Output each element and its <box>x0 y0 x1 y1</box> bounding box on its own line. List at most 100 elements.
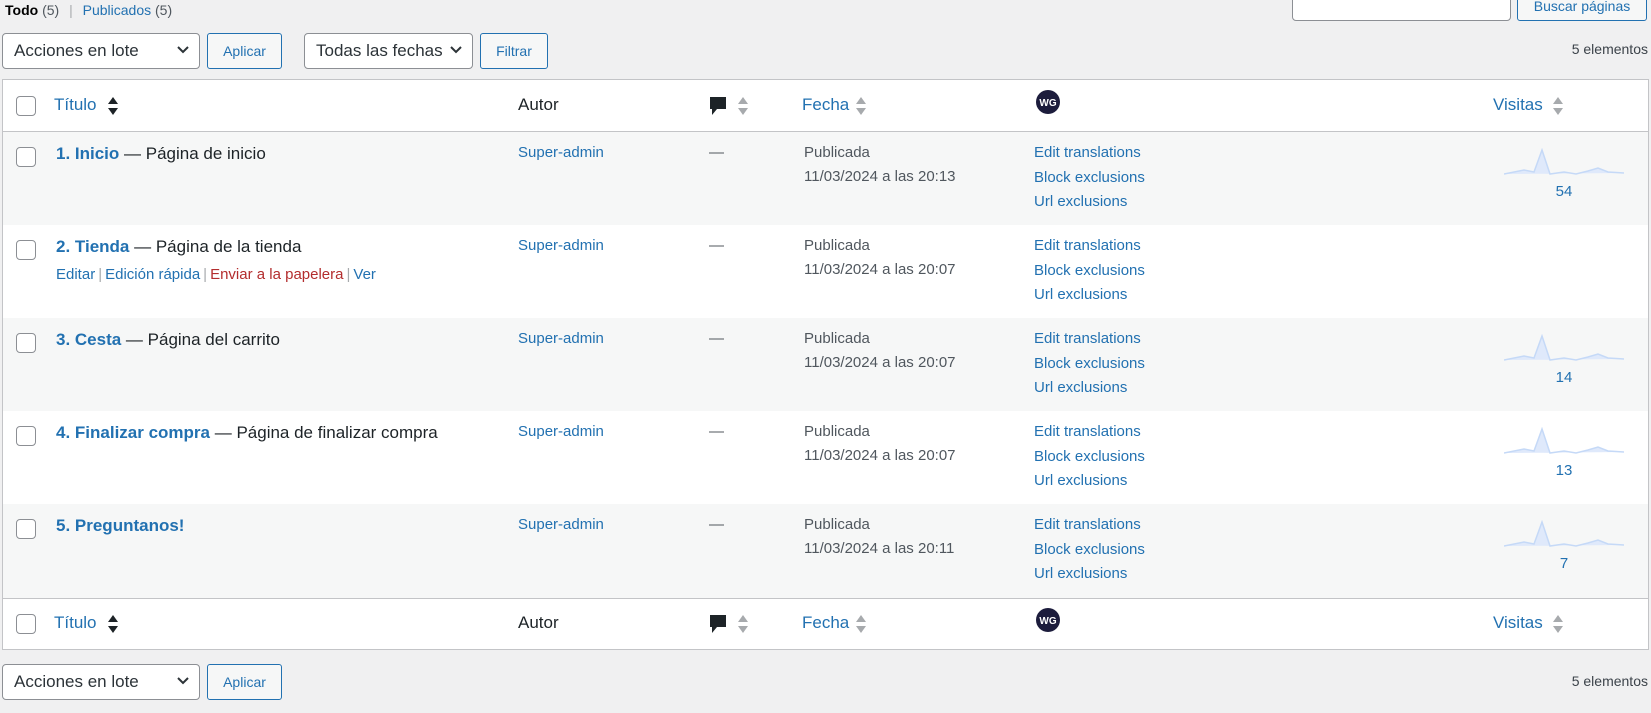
status-filter-links: Todo (5) | Publicados (5) <box>5 2 172 18</box>
visits-count[interactable]: 14 <box>1503 369 1625 386</box>
visits-sparkline <box>1503 519 1625 547</box>
edit-translations-link[interactable]: Edit translations <box>1034 513 1145 538</box>
column-title-sort[interactable]: Título <box>54 613 97 633</box>
date-cell: Publicada 11/03/2024 a las 20:07 <box>804 420 956 468</box>
weglot-logo-icon: WG <box>1036 608 1060 632</box>
edit-translations-link[interactable]: Edit translations <box>1034 234 1145 259</box>
table-row: 4. Finalizar compra — Página de finaliza… <box>3 411 1648 504</box>
items-count-bottom: 5 elementos <box>1571 673 1648 689</box>
quick-edit-link[interactable]: Edición rápida <box>105 266 200 283</box>
table-header-row: Título Autor Fecha WG Visitas <box>3 80 1648 132</box>
sort-icon <box>738 615 748 633</box>
url-exclusions-link[interactable]: Url exclusions <box>1034 190 1145 215</box>
weglot-links: Edit translations Block exclusions Url e… <box>1034 420 1145 494</box>
bulk-actions-select-bottom[interactable]: Acciones en lote <box>2 664 200 700</box>
page-title-link[interactable]: 4. Finalizar compra <box>56 423 210 442</box>
search-pages-button[interactable]: Buscar páginas <box>1517 0 1647 21</box>
column-title-sort[interactable]: Título <box>54 95 97 115</box>
weglot-logo-text: WG <box>1039 98 1056 109</box>
url-exclusions-link[interactable]: Url exclusions <box>1034 376 1145 401</box>
author-link[interactable]: Super-admin <box>518 516 604 533</box>
row-checkbox[interactable] <box>16 333 36 353</box>
row-action-separator: | <box>346 266 351 283</box>
column-visits-sort[interactable]: Visitas <box>1493 95 1543 115</box>
edit-translations-link[interactable]: Edit translations <box>1034 420 1145 445</box>
visits-count[interactable]: 7 <box>1503 555 1625 572</box>
chevron-down-icon <box>450 46 462 54</box>
row-checkbox[interactable] <box>16 240 36 260</box>
page-title-cell: 1. Inicio — Página de inicio <box>56 144 266 164</box>
author-link[interactable]: Super-admin <box>518 423 604 440</box>
filter-separator: | <box>69 2 73 18</box>
edit-translations-link[interactable]: Edit translations <box>1034 327 1145 352</box>
view-link[interactable]: Ver <box>353 266 376 283</box>
url-exclusions-link[interactable]: Url exclusions <box>1034 469 1145 494</box>
row-action-separator: | <box>98 266 103 283</box>
page-title-link[interactable]: 3. Cesta <box>56 330 121 349</box>
filter-button[interactable]: Filtrar <box>480 33 548 69</box>
author-link[interactable]: Super-admin <box>518 330 604 347</box>
block-exclusions-link[interactable]: Block exclusions <box>1034 352 1145 377</box>
publish-status: Publicada <box>804 516 870 533</box>
visits-count[interactable]: 13 <box>1503 462 1625 479</box>
edit-translations-link[interactable]: Edit translations <box>1034 141 1145 166</box>
block-exclusions-link[interactable]: Block exclusions <box>1034 445 1145 470</box>
sort-asc-icon <box>108 615 118 633</box>
visits-cell: 7 <box>1503 519 1625 572</box>
bulk-actions-select[interactable]: Acciones en lote <box>2 33 200 69</box>
filter-all-link[interactable]: Todo <box>5 2 38 18</box>
page-state: — Página de finalizar compra <box>210 423 438 442</box>
page-title-link[interactable]: 2. Tienda <box>56 237 129 256</box>
publish-date: 11/03/2024 a las 20:13 <box>804 168 956 185</box>
comments-count: — <box>709 423 724 440</box>
page-title-cell: 3. Cesta — Página del carrito <box>56 330 280 350</box>
column-date-sort[interactable]: Fecha <box>802 613 849 633</box>
search-input[interactable] <box>1292 0 1511 21</box>
table-footer-row: Título Autor Fecha WG Visitas <box>3 598 1648 649</box>
sort-icon <box>856 615 866 633</box>
filter-published-count: (5) <box>155 2 173 18</box>
table-row: 1. Inicio — Página de inicio Super-admin… <box>3 132 1648 225</box>
url-exclusions-link[interactable]: Url exclusions <box>1034 283 1145 308</box>
row-checkbox[interactable] <box>16 519 36 539</box>
bulk-actions-select-value: Acciones en lote <box>14 672 139 691</box>
block-exclusions-link[interactable]: Block exclusions <box>1034 538 1145 563</box>
apply-button[interactable]: Aplicar <box>207 33 282 69</box>
date-cell: Publicada 11/03/2024 a las 20:13 <box>804 141 956 189</box>
row-checkbox[interactable] <box>16 147 36 167</box>
column-date-sort[interactable]: Fecha <box>802 95 849 115</box>
author-link[interactable]: Super-admin <box>518 237 604 254</box>
page-state: — Página de la tienda <box>129 237 302 256</box>
filter-published-link[interactable]: Publicados <box>83 2 152 18</box>
edit-link[interactable]: Editar <box>56 266 95 283</box>
table-row: 2. Tienda — Página de la tienda Editar | E… <box>3 225 1648 318</box>
page-title-cell: 2. Tienda — Página de la tienda <box>56 237 301 257</box>
row-checkbox[interactable] <box>16 426 36 446</box>
weglot-links: Edit translations Block exclusions Url e… <box>1034 141 1145 215</box>
comment-bubble-icon[interactable] <box>709 614 727 634</box>
page-title-link[interactable]: 5. Preguntanos! <box>56 516 184 535</box>
comment-bubble-icon[interactable] <box>709 96 727 116</box>
block-exclusions-link[interactable]: Block exclusions <box>1034 166 1145 191</box>
page-title-link[interactable]: 1. Inicio <box>56 144 119 163</box>
author-link[interactable]: Super-admin <box>518 144 604 161</box>
date-cell: Publicada 11/03/2024 a las 20:07 <box>804 327 956 375</box>
sort-icon <box>1553 97 1563 115</box>
date-filter-select-value: Todas las fechas <box>316 41 443 60</box>
publish-date: 11/03/2024 a las 20:11 <box>804 540 955 557</box>
weglot-links: Edit translations Block exclusions Url e… <box>1034 513 1145 587</box>
visits-count[interactable]: 54 <box>1503 183 1625 200</box>
pages-table: Título Autor Fecha WG Visitas 1. Inicio … <box>2 79 1649 650</box>
apply-button-bottom[interactable]: Aplicar <box>207 664 282 700</box>
trash-link[interactable]: Enviar a la papelera <box>210 266 343 283</box>
select-all-checkbox[interactable] <box>16 614 36 634</box>
page-state: — Página de inicio <box>119 144 266 163</box>
visits-sparkline <box>1503 333 1625 361</box>
block-exclusions-link[interactable]: Block exclusions <box>1034 259 1145 284</box>
row-actions: Editar | Edición rápida | Enviar a la papele… <box>56 266 376 283</box>
url-exclusions-link[interactable]: Url exclusions <box>1034 562 1145 587</box>
date-filter-select[interactable]: Todas las fechas <box>304 33 473 69</box>
select-all-checkbox[interactable] <box>16 96 36 116</box>
column-visits-sort[interactable]: Visitas <box>1493 613 1543 633</box>
publish-date: 11/03/2024 a las 20:07 <box>804 447 956 464</box>
